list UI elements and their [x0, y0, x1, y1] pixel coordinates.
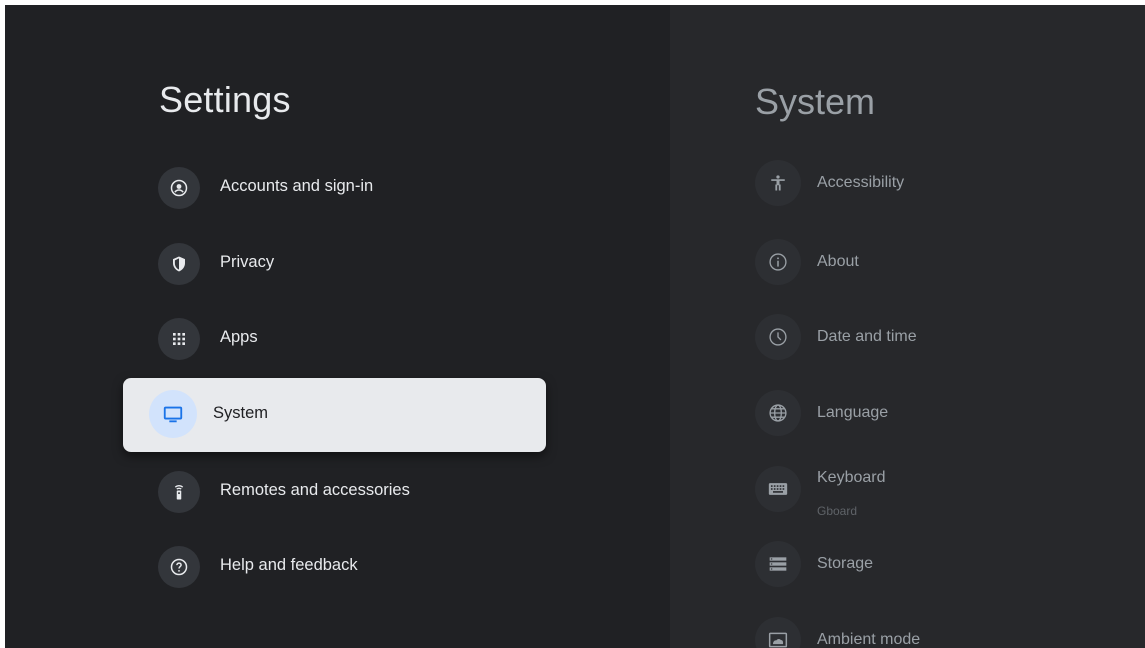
settings-item-accounts[interactable]: Accounts and sign-in	[123, 151, 546, 225]
system-item-label: Ambient mode	[817, 631, 921, 648]
settings-item-label: Privacy	[220, 253, 275, 271]
settings-item-apps[interactable]: Apps	[123, 302, 546, 376]
system-item-date-time[interactable]: Date and time	[755, 314, 1115, 374]
settings-item-system[interactable]: System	[123, 378, 546, 452]
account-circle-icon	[158, 167, 200, 209]
system-item-storage[interactable]: Storage	[755, 541, 1115, 601]
remote-icon	[158, 471, 200, 513]
settings-item-label: System	[213, 404, 269, 422]
ambient-mode-icon	[755, 617, 801, 648]
system-item-ambient-mode[interactable]: Ambient mode	[755, 617, 1115, 648]
clock-icon	[755, 314, 801, 360]
system-item-keyboard[interactable]: Keyboard Gboard	[755, 466, 1115, 526]
system-item-label: Storage	[817, 555, 874, 572]
keyboard-icon	[755, 466, 801, 512]
settings-item-privacy[interactable]: Privacy	[123, 227, 546, 301]
system-title: System	[755, 81, 876, 122]
settings-item-label: Apps	[220, 328, 258, 346]
settings-title: Settings	[159, 79, 291, 120]
system-item-about[interactable]: About	[755, 239, 1115, 299]
storage-icon	[755, 541, 801, 587]
system-item-sublabel: Gboard	[817, 504, 858, 518]
settings-item-label: Accounts and sign-in	[220, 177, 374, 195]
system-item-label: Keyboard	[817, 469, 886, 486]
shield-icon	[158, 243, 200, 285]
system-item-label: Language	[817, 404, 889, 421]
globe-icon	[755, 390, 801, 436]
settings-item-label: Remotes and accessories	[220, 481, 410, 499]
tv-icon	[149, 390, 197, 438]
system-item-language[interactable]: Language	[755, 390, 1115, 450]
tv-settings-screen: Settings Accounts and sign-in Privacy Ap…	[5, 5, 1145, 648]
settings-item-remotes[interactable]: Remotes and accessories	[123, 455, 546, 529]
system-item-label: Date and time	[817, 328, 917, 345]
settings-item-label: Help and feedback	[220, 556, 358, 574]
system-item-label: About	[817, 253, 859, 270]
settings-item-help[interactable]: Help and feedback	[123, 530, 546, 604]
system-item-accessibility[interactable]: Accessibility	[755, 160, 1115, 220]
system-item-label: Accessibility	[817, 174, 905, 191]
info-icon	[755, 239, 801, 285]
accessibility-icon	[755, 160, 801, 206]
apps-grid-icon	[158, 318, 200, 360]
help-icon	[158, 546, 200, 588]
